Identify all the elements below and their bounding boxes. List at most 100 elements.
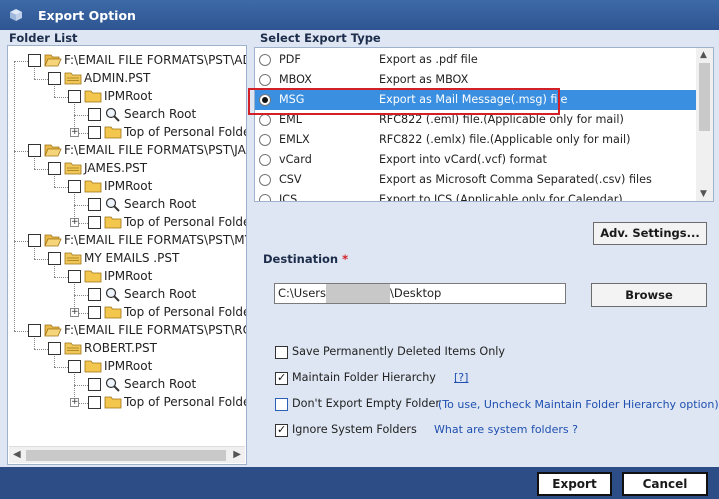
tree-node-checkbox[interactable] bbox=[68, 270, 81, 283]
tree-node[interactable]: F:\EMAIL FILE FORMATS\PST\MY E bbox=[8, 232, 246, 250]
dont-export-empty-checkbox[interactable] bbox=[275, 398, 288, 411]
expand-icon[interactable]: + bbox=[70, 398, 79, 407]
save-deleted-checkbox[interactable] bbox=[275, 346, 288, 359]
export-type-row[interactable]: MBOX Export as MBOX bbox=[255, 70, 697, 90]
export-type-name: EMLX bbox=[279, 133, 310, 146]
tree-node-label: Search Root bbox=[124, 377, 197, 391]
tree-node-checkbox[interactable] bbox=[88, 378, 101, 391]
export-type-row[interactable]: vCard Export into vCard(.vcf) format bbox=[255, 150, 697, 170]
tree-node[interactable]: IPMRoot bbox=[8, 178, 244, 196]
tree-node-checkbox[interactable] bbox=[28, 144, 41, 157]
scroll-right-icon[interactable]: ▶ bbox=[233, 449, 241, 460]
tree-node-checkbox[interactable] bbox=[88, 306, 101, 319]
tree-node[interactable]: Search Root bbox=[8, 286, 244, 304]
tree-node[interactable]: MY EMAILS .PST bbox=[8, 250, 244, 268]
tree-node[interactable]: F:\EMAIL FILE FORMATS\PST\ADM bbox=[8, 52, 246, 70]
tree-node-checkbox[interactable] bbox=[88, 396, 101, 409]
maintain-hierarchy-help-link[interactable]: [?] bbox=[454, 371, 468, 384]
tree-node[interactable]: ROBERT.PST bbox=[8, 340, 244, 358]
tree-node[interactable]: IPMRoot bbox=[8, 268, 244, 286]
pst-folder-icon bbox=[64, 250, 82, 266]
tree-horizontal-scrollbar[interactable]: ◀ ▶ bbox=[9, 446, 245, 463]
destination-path-input[interactable]: C:\Users \Desktop bbox=[274, 283, 566, 304]
tree-node-checkbox[interactable] bbox=[48, 252, 61, 265]
tree-node-checkbox[interactable] bbox=[88, 126, 101, 139]
export-type-radio[interactable] bbox=[259, 134, 271, 146]
tree-node[interactable]: F:\EMAIL FILE FORMATS\PST\JAME bbox=[8, 142, 246, 160]
export-type-radio[interactable] bbox=[259, 174, 271, 186]
folder-icon bbox=[104, 304, 122, 320]
search-folder-icon bbox=[104, 196, 122, 212]
tree-node-label: Top of Personal Folders bbox=[124, 125, 246, 139]
export-type-row[interactable]: EMLX RFC822 (.emlx) file.(Applicable only… bbox=[255, 130, 697, 150]
tree-node-checkbox[interactable] bbox=[28, 234, 41, 247]
export-type-radio[interactable] bbox=[259, 74, 271, 86]
dont-export-empty-label: Don't Export Empty Folder bbox=[292, 397, 440, 410]
tree-node-checkbox[interactable] bbox=[88, 108, 101, 121]
export-type-name: CSV bbox=[279, 173, 302, 186]
search-folder-icon bbox=[104, 286, 122, 302]
export-type-row[interactable]: ICS Export to ICS (Applicable only for Ca… bbox=[255, 190, 697, 201]
export-type-description: Export into vCard(.vcf) format bbox=[379, 153, 547, 166]
export-type-list[interactable]: PDF Export as .pdf file MBOX Export as MBOX… bbox=[254, 47, 714, 202]
scroll-down-icon[interactable]: ▼ bbox=[700, 189, 707, 199]
window-title: Export Option bbox=[38, 8, 136, 23]
expand-icon[interactable]: + bbox=[70, 128, 79, 137]
app-icon bbox=[10, 9, 22, 21]
tree-node-label: F:\EMAIL FILE FORMATS\PST\ROBE bbox=[64, 323, 246, 337]
tree-node-checkbox[interactable] bbox=[68, 90, 81, 103]
export-type-name: MBOX bbox=[279, 73, 312, 86]
adv-settings-button[interactable]: Adv. Settings... bbox=[593, 222, 707, 245]
tree-node[interactable]: IPMRoot bbox=[8, 88, 244, 106]
type-list-vertical-scrollbar[interactable]: ▲ ▼ bbox=[696, 48, 713, 201]
export-type-radio[interactable] bbox=[259, 114, 271, 126]
tree-node[interactable]: + Top of Personal Folders bbox=[8, 394, 246, 412]
folder-icon bbox=[84, 358, 102, 374]
tree-node[interactable]: + Top of Personal Folders bbox=[8, 214, 246, 232]
tree-node-checkbox[interactable] bbox=[28, 324, 41, 337]
tree-node[interactable]: Search Root bbox=[8, 376, 244, 394]
maintain-hierarchy-checkbox[interactable] bbox=[275, 371, 288, 385]
tree-node-checkbox[interactable] bbox=[68, 180, 81, 193]
ignore-system-checkbox[interactable] bbox=[275, 423, 288, 437]
system-folders-link[interactable]: What are system folders ? bbox=[434, 423, 578, 436]
folder-open-icon bbox=[44, 142, 62, 158]
tree-node-checkbox[interactable] bbox=[48, 342, 61, 355]
tree-node[interactable]: Search Root bbox=[8, 106, 244, 124]
scroll-thumb[interactable] bbox=[26, 450, 226, 461]
ignore-system-label: Ignore System Folders bbox=[292, 423, 417, 436]
tree-node-checkbox[interactable] bbox=[68, 360, 81, 373]
maintain-hierarchy-label: Maintain Folder Hierarchy bbox=[292, 371, 436, 384]
export-type-radio[interactable] bbox=[259, 194, 271, 201]
tree-node[interactable]: IPMRoot bbox=[8, 358, 244, 376]
tree-node[interactable]: JAMES.PST bbox=[8, 160, 244, 178]
tree-node[interactable]: ADMIN.PST bbox=[8, 70, 244, 88]
folder-open-icon bbox=[44, 52, 62, 68]
tree-node[interactable]: Search Root bbox=[8, 196, 244, 214]
scroll-up-icon[interactable]: ▲ bbox=[700, 50, 707, 60]
browse-button[interactable]: Browse bbox=[591, 283, 707, 307]
scroll-thumb[interactable] bbox=[699, 63, 710, 131]
expand-icon[interactable]: + bbox=[70, 308, 79, 317]
tree-node-checkbox[interactable] bbox=[48, 72, 61, 85]
tree-node-checkbox[interactable] bbox=[88, 288, 101, 301]
tree-node[interactable]: + Top of Personal Folders bbox=[8, 304, 246, 322]
folder-tree[interactable]: F:\EMAIL FILE FORMATS\PST\ADM ADMIN.PST IP… bbox=[7, 45, 247, 465]
export-type-row[interactable]: PDF Export as .pdf file bbox=[255, 50, 697, 70]
tree-node-checkbox[interactable] bbox=[28, 54, 41, 67]
scroll-left-icon[interactable]: ◀ bbox=[13, 449, 21, 460]
export-type-row[interactable]: CSV Export as Microsoft Comma Separated(.… bbox=[255, 170, 697, 190]
pst-folder-icon bbox=[64, 160, 82, 176]
cancel-button[interactable]: Cancel bbox=[622, 472, 708, 496]
tree-node-checkbox[interactable] bbox=[88, 198, 101, 211]
folder-icon bbox=[104, 394, 122, 410]
redacted-username bbox=[325, 284, 390, 303]
tree-node-checkbox[interactable] bbox=[48, 162, 61, 175]
export-button[interactable]: Export bbox=[537, 472, 612, 496]
tree-node[interactable]: + Top of Personal Folders bbox=[8, 124, 246, 142]
export-type-radio[interactable] bbox=[259, 154, 271, 166]
tree-node-checkbox[interactable] bbox=[88, 216, 101, 229]
export-type-radio[interactable] bbox=[259, 54, 271, 66]
expand-icon[interactable]: + bbox=[70, 218, 79, 227]
tree-node[interactable]: F:\EMAIL FILE FORMATS\PST\ROBE bbox=[8, 322, 246, 340]
